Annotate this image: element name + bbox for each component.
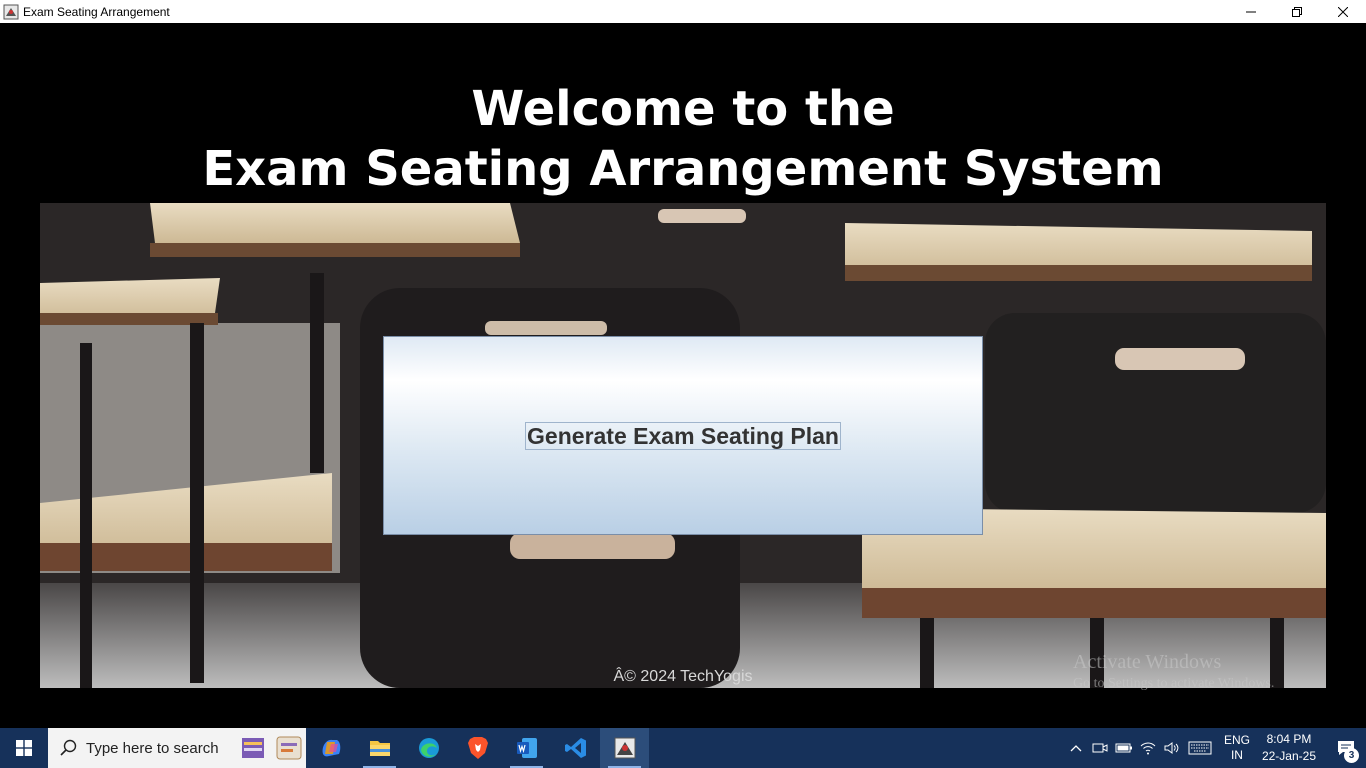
wifi-icon — [1140, 742, 1156, 755]
minimize-icon — [1246, 11, 1256, 12]
language-code: ENG — [1223, 733, 1250, 747]
search-icon — [60, 739, 77, 756]
windows-logo-icon — [16, 740, 32, 756]
tray-keyboard[interactable] — [1184, 728, 1216, 768]
welcome-heading-line2: Exam Seating Arrangement System — [202, 141, 1164, 197]
speaker-icon — [1164, 742, 1179, 754]
copilot-icon — [322, 739, 340, 757]
notification-badge: 3 — [1344, 748, 1359, 763]
edge-icon — [418, 738, 439, 758]
tray-network[interactable] — [1136, 728, 1160, 768]
taskbar: Type here to search ENG IN 8:04 PM 22-Ja… — [0, 728, 1366, 768]
tray-clock[interactable]: 8:04 PM 22-Jan-25 — [1262, 731, 1316, 765]
brave-icon — [467, 737, 488, 759]
battery-icon — [1115, 743, 1132, 753]
camera-icon — [1092, 743, 1108, 753]
tray-overflow-button[interactable] — [1064, 728, 1088, 768]
clock-time: 8:04 PM — [1266, 732, 1312, 746]
search-placeholder: Type here to search — [86, 739, 219, 757]
watermark-line1: Activate Windows — [1073, 651, 1222, 673]
file-explorer-icon — [369, 741, 390, 756]
generate-seating-plan-label: Generate Exam Seating Plan — [525, 421, 841, 450]
taskbar-java-app[interactable] — [600, 728, 649, 768]
clock-date: 22-Jan-25 — [1261, 749, 1316, 763]
close-button[interactable] — [1320, 0, 1366, 23]
welcome-heading: Welcome to the Exam Seating Arrangement … — [0, 79, 1366, 199]
taskbar-search-box[interactable]: Type here to search — [48, 728, 306, 768]
keyboard-icon — [1188, 741, 1212, 755]
tray-battery[interactable] — [1112, 728, 1136, 768]
vscode-icon — [564, 738, 586, 758]
search-highlight-decoration — [238, 732, 304, 764]
system-tray: ENG IN 8:04 PM 22-Jan-25 3 — [1064, 728, 1366, 768]
notification-center-button[interactable]: 3 — [1326, 728, 1366, 768]
taskbar-edge[interactable] — [404, 728, 453, 768]
java-app-icon — [614, 737, 635, 759]
activate-windows-watermark: Activate Windows Go to Settings to activ… — [1073, 651, 1274, 692]
language-region: IN — [1230, 748, 1243, 762]
window-title: Exam Seating Arrangement — [23, 4, 170, 19]
app-icon[interactable] — [3, 4, 19, 20]
main-window: Welcome to the Exam Seating Arrangement … — [0, 23, 1366, 728]
taskbar-copilot[interactable] — [306, 728, 355, 768]
welcome-heading-line1: Welcome to the — [471, 81, 895, 137]
taskbar-vscode[interactable] — [551, 728, 600, 768]
tray-language[interactable]: ENG IN — [1224, 733, 1250, 763]
watermark-line2: Go to Settings to activate Windows. — [1073, 676, 1275, 691]
restore-button[interactable] — [1274, 0, 1320, 23]
chevron-up-icon — [1070, 745, 1082, 752]
word-icon — [516, 738, 537, 758]
start-button[interactable] — [0, 728, 48, 768]
taskbar-brave[interactable] — [453, 728, 502, 768]
taskbar-word[interactable] — [502, 728, 551, 768]
restore-icon — [1292, 6, 1302, 17]
taskbar-file-explorer[interactable] — [355, 728, 404, 768]
minimize-button[interactable] — [1228, 0, 1274, 23]
tray-volume[interactable] — [1160, 728, 1184, 768]
generate-seating-plan-button[interactable]: Generate Exam Seating Plan — [383, 336, 983, 535]
close-icon — [1338, 6, 1348, 17]
tray-meet-now[interactable] — [1088, 728, 1112, 768]
window-title-bar: Exam Seating Arrangement — [0, 0, 1366, 23]
